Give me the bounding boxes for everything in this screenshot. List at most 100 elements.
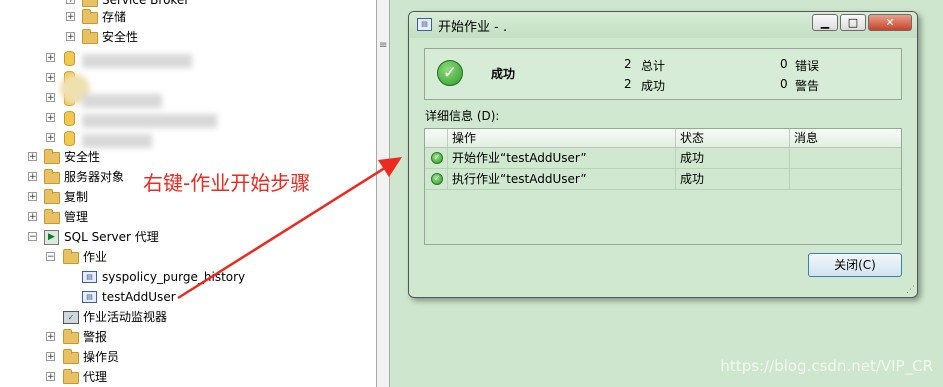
monitor-icon: ✓	[63, 311, 79, 324]
folder-icon	[63, 249, 79, 264]
dialog-titlebar[interactable]: ▤ 开始作业 - . ▁ □ ✕	[409, 12, 917, 38]
expand-icon[interactable]: +	[66, 0, 75, 5]
redacted-name	[82, 114, 217, 128]
table-row[interactable]: ✓ 开始作业“testAddUser” 成功	[425, 148, 901, 169]
folder-icon	[44, 169, 60, 184]
tree-item-label: 代理	[83, 370, 108, 384]
tree-item-management[interactable]: + 管理	[0, 207, 376, 227]
tree-item-operators[interactable]: + 操作员	[0, 347, 376, 367]
expand-icon[interactable]: +	[28, 192, 37, 202]
folder-icon	[44, 149, 60, 164]
success-icon: ✓	[431, 152, 443, 164]
tree-item-jobs[interactable]: − 作业	[0, 247, 376, 267]
success-icon: ✓	[431, 173, 443, 185]
tree-item-security-db[interactable]: + 安全性	[0, 27, 376, 47]
row-message	[789, 148, 901, 168]
row-status: 成功	[675, 169, 789, 189]
expand-icon[interactable]: +	[28, 152, 37, 162]
warning-count: 0	[780, 77, 788, 91]
tree-item-alerts[interactable]: + 警报	[0, 327, 376, 347]
success-count: 2	[624, 77, 632, 91]
expand-icon[interactable]: +	[46, 372, 55, 382]
expand-icon[interactable]: +	[46, 93, 55, 103]
close-button[interactable]: 关闭(C)	[808, 253, 902, 277]
folder-icon	[82, 9, 98, 24]
tree-item-database[interactable]: +	[0, 128, 376, 148]
expand-icon[interactable]: +	[46, 113, 55, 123]
collapse-icon[interactable]: −	[46, 252, 55, 262]
job-icon: ▤	[82, 291, 97, 303]
redacted-name	[82, 134, 152, 148]
tree-item-job[interactable]: ▤ syspolicy_purge_history	[0, 267, 376, 287]
folder-icon	[82, 29, 98, 44]
tree-item-job[interactable]: ▤ testAddUser	[0, 287, 376, 307]
minimize-button[interactable]: ▁	[812, 14, 838, 31]
expand-icon[interactable]: +	[28, 212, 37, 222]
redacted-name	[82, 54, 192, 68]
database-icon	[64, 111, 75, 126]
dialog-title: 开始作业 - .	[438, 20, 508, 35]
total-count: 2	[624, 57, 632, 71]
expand-icon[interactable]: +	[66, 32, 75, 42]
tree-item-storage[interactable]: + 存储	[0, 7, 376, 27]
collapse-icon[interactable]: −	[28, 232, 37, 242]
tree-item-label: SQL Server 代理	[64, 230, 159, 244]
tree-item-label: 管理	[64, 210, 89, 224]
folder-icon	[63, 329, 79, 344]
expand-icon[interactable]: +	[46, 53, 55, 63]
tree-item-label: 安全性	[64, 150, 101, 164]
folder-icon	[63, 369, 79, 384]
resize-grip-icon[interactable]: ⋰	[906, 285, 915, 295]
redacted-name	[82, 94, 162, 108]
total-label: 总计	[641, 59, 666, 73]
tree-item-label: 服务器对象	[64, 170, 125, 184]
column-header-action[interactable]: 操作	[447, 129, 675, 147]
folder-icon	[82, 0, 98, 7]
tree-item-label: 作业	[83, 250, 108, 264]
table-row[interactable]: ✓ 执行作业“testAddUser” 成功	[425, 169, 901, 190]
pane-splitter[interactable]: ≡	[376, 0, 390, 387]
start-job-dialog: ▤ 开始作业 - . ▁ □ ✕ ✓ 成功 2 总计 2 成功 0 错误 0 警…	[408, 11, 918, 298]
tree-item-sql-server-agent[interactable]: − ▶ SQL Server 代理	[0, 227, 376, 247]
expand-icon[interactable]: +	[46, 332, 55, 342]
grid-header: 操作 状态 消息	[425, 129, 901, 148]
expand-icon[interactable]: +	[66, 12, 75, 22]
success-check-icon: ✓	[437, 60, 463, 86]
expand-icon[interactable]: +	[46, 133, 55, 143]
tree-item-security[interactable]: + 安全性	[0, 147, 376, 167]
close-window-button[interactable]: ✕	[868, 14, 912, 31]
column-header-message[interactable]: 消息	[789, 129, 901, 147]
annotation-text: 右键-作业开始步骤	[143, 171, 311, 195]
folder-icon	[44, 189, 60, 204]
tree-item-proxies[interactable]: + 代理	[0, 367, 376, 387]
sql-agent-icon: ▶	[44, 230, 59, 245]
folder-icon	[63, 349, 79, 364]
expand-icon[interactable]: +	[46, 73, 55, 83]
tree-item-label: syspolicy_purge_history	[102, 270, 246, 284]
folder-icon	[44, 209, 60, 224]
tree-item-job-activity-monitor[interactable]: ✓ 作业活动监视器	[0, 307, 376, 327]
warning-label: 警告	[795, 79, 820, 93]
expand-icon[interactable]: +	[28, 172, 37, 182]
maximize-button[interactable]: □	[840, 14, 866, 31]
watermark: https://blog.csdn.net/VIP_CR	[720, 357, 933, 375]
tree-item-label: 操作员	[83, 350, 120, 364]
details-grid[interactable]: 操作 状态 消息 ✓ 开始作业“testAddUser” 成功 ✓ 执行作业“t…	[424, 128, 902, 245]
header-icon-column	[425, 129, 447, 147]
tree-item-label: testAddUser	[102, 290, 176, 304]
status-panel: ✓ 成功 2 总计 2 成功 0 错误 0 警告	[424, 48, 902, 100]
error-label: 错误	[795, 59, 820, 73]
tree-item-label: 安全性	[102, 30, 139, 44]
job-icon: ▤	[417, 18, 432, 31]
row-message	[789, 169, 901, 189]
expand-icon[interactable]: +	[46, 352, 55, 362]
tree-item-label: 警报	[83, 330, 108, 344]
object-explorer-tree: + Service Broker + 存储 + 安全性 + + + + + +	[0, 0, 376, 387]
tree-item-label: 复制	[64, 190, 89, 204]
column-header-status[interactable]: 状态	[675, 129, 789, 147]
tree-item-database[interactable]: +	[0, 88, 376, 108]
row-action: 开始作业“testAddUser”	[447, 148, 675, 168]
success-label: 成功	[641, 79, 666, 93]
tree-item-label: 作业活动监视器	[83, 310, 168, 324]
tree-item-database[interactable]: +	[0, 68, 376, 88]
